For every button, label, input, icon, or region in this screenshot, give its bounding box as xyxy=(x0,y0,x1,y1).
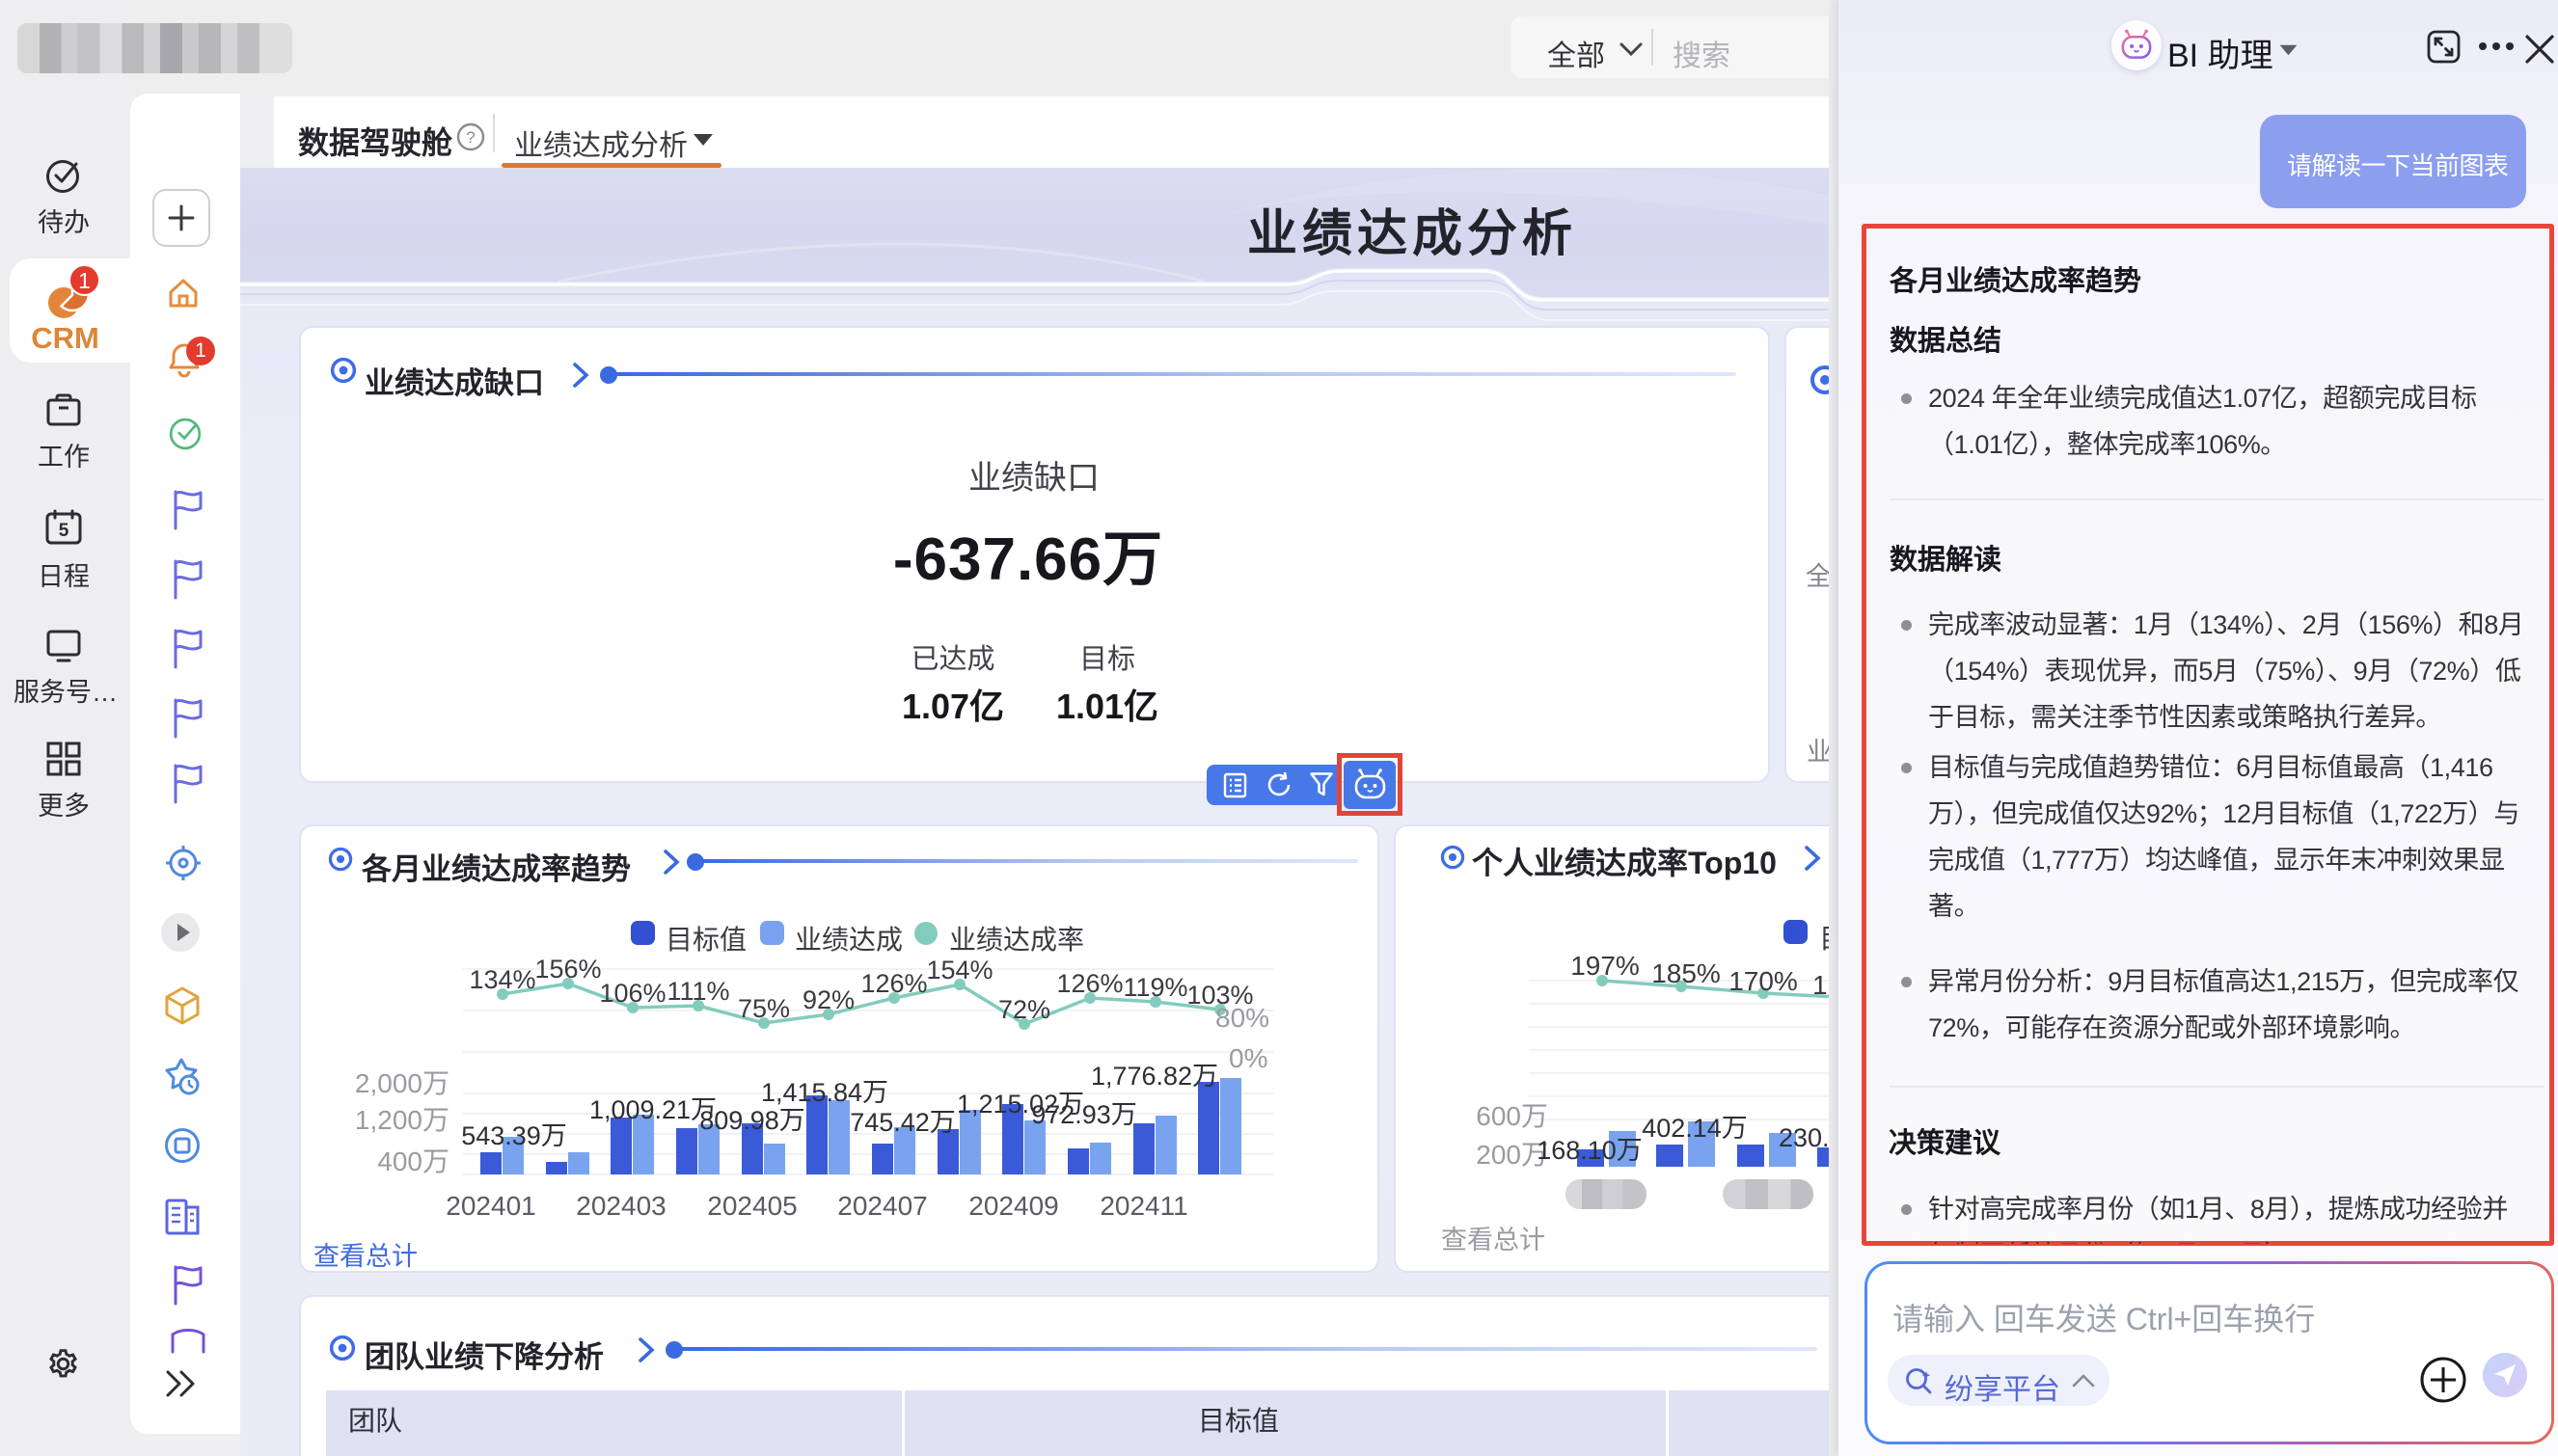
svg-text:5: 5 xyxy=(59,521,69,541)
svg-text:?: ? xyxy=(466,128,475,147)
